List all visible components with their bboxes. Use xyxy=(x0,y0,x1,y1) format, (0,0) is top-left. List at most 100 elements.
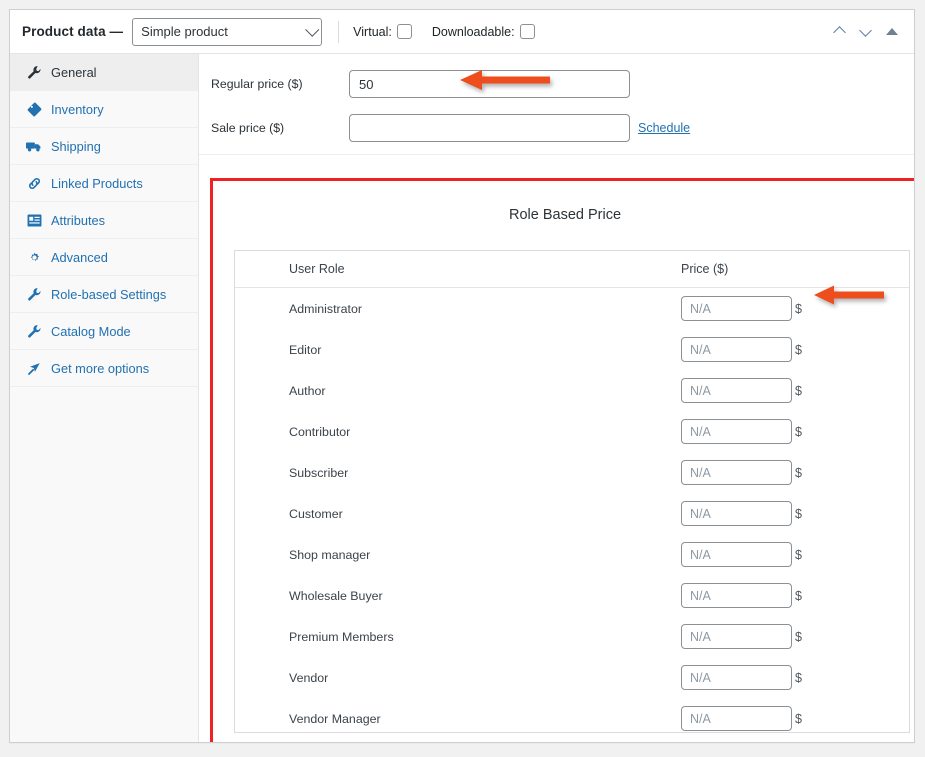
currency-symbol: $ xyxy=(795,465,802,480)
sidebar-item-label: Role-based Settings xyxy=(51,286,167,302)
table-row: Customer $ xyxy=(235,493,909,534)
price-input-subscriber[interactable] xyxy=(681,460,792,485)
table-row: Author $ xyxy=(235,370,909,411)
sidebar-item-label: Shipping xyxy=(51,138,101,154)
currency-symbol: $ xyxy=(795,383,802,398)
currency-symbol: $ xyxy=(795,424,802,439)
table-row: Wholesale Buyer $ xyxy=(235,575,909,616)
triangle-toggle-icon[interactable] xyxy=(886,28,898,35)
sidebar-item-catalog-mode[interactable]: Catalog Mode xyxy=(10,313,198,350)
sidebar-item-role-based-settings[interactable]: Role-based Settings xyxy=(10,276,198,313)
price-input-vendor-manager[interactable] xyxy=(681,706,792,731)
currency-symbol: $ xyxy=(795,588,802,603)
role-price-cell: $ xyxy=(681,665,802,690)
product-data-metabox: Product data — Simple product Virtual: D… xyxy=(9,9,915,743)
currency-symbol: $ xyxy=(795,342,802,357)
table-row: Vendor Manager $ xyxy=(235,698,909,739)
link-icon xyxy=(26,175,42,191)
sidebar-item-label: General xyxy=(51,64,97,80)
sale-price-input[interactable] xyxy=(349,114,630,142)
table-row: Shop manager $ xyxy=(235,534,909,575)
table-row: Premium Members $ xyxy=(235,616,909,657)
role-name: Customer xyxy=(289,506,343,521)
currency-symbol: $ xyxy=(795,711,802,726)
truck-icon xyxy=(26,138,42,154)
role-name: Vendor xyxy=(289,670,329,685)
virtual-label: Virtual: xyxy=(353,24,392,39)
role-name: Contributor xyxy=(289,424,351,439)
role-name: Premium Members xyxy=(289,629,394,644)
schedule-link[interactable]: Schedule xyxy=(638,121,690,135)
price-input-author[interactable] xyxy=(681,378,792,403)
table-row: Editor $ xyxy=(235,329,909,370)
product-type-select[interactable]: Simple product xyxy=(132,17,323,46)
role-name: Editor xyxy=(289,342,322,357)
sidebar-item-advanced[interactable]: Advanced xyxy=(10,239,198,276)
role-price-cell: $ xyxy=(681,337,802,362)
regular-price-label: Regular price ($) xyxy=(211,77,303,91)
sidebar-item-attributes[interactable]: Attributes xyxy=(10,202,198,239)
wrench-icon xyxy=(26,286,42,302)
screenshot-root: Product data — Simple product Virtual: D… xyxy=(0,0,925,757)
sidebar-item-get-more-options[interactable]: Get more options xyxy=(10,350,198,387)
sale-price-row: Sale price ($) Schedule xyxy=(199,108,914,148)
currency-symbol: $ xyxy=(795,547,802,562)
sidebar-item-label: Get more options xyxy=(51,360,150,376)
sidebar-item-label: Inventory xyxy=(51,101,104,117)
table-row: Subscriber $ xyxy=(235,452,909,493)
price-input-administrator[interactable] xyxy=(681,296,792,321)
regular-price-input[interactable] xyxy=(349,70,630,98)
chevron-down-icon xyxy=(305,22,320,37)
role-price-cell: $ xyxy=(681,583,802,608)
sidebar-item-linked-products[interactable]: Linked Products xyxy=(10,165,198,202)
cursor-icon xyxy=(26,360,42,376)
price-input-contributor[interactable] xyxy=(681,419,792,444)
role-name: Vendor Manager xyxy=(289,711,381,726)
page-title: Product data — xyxy=(22,24,124,39)
panel-order-controls xyxy=(834,25,902,38)
downloadable-label: Downloadable: xyxy=(431,24,515,39)
price-input-shop-manager[interactable] xyxy=(681,542,792,567)
role-based-price-table: User Role Price ($) Administrator $ Edit… xyxy=(234,250,910,733)
attributes-icon xyxy=(26,212,42,228)
sidebar-item-shipping[interactable]: Shipping xyxy=(10,128,198,165)
role-name: Author xyxy=(289,383,326,398)
role-price-cell: $ xyxy=(681,419,802,444)
virtual-checkbox-group[interactable]: Virtual: xyxy=(353,24,412,39)
header-divider xyxy=(338,20,340,43)
product-type-value: Simple product xyxy=(141,24,228,39)
virtual-checkbox[interactable] xyxy=(396,24,412,39)
section-divider xyxy=(199,154,914,155)
table-header-row: User Role Price ($) xyxy=(235,251,909,288)
chevron-down-icon[interactable] xyxy=(860,25,873,38)
downloadable-checkbox[interactable] xyxy=(519,24,535,39)
table-row: Contributor $ xyxy=(235,411,909,452)
product-data-header: Product data — Simple product Virtual: D… xyxy=(10,10,914,54)
sidebar-item-inventory[interactable]: Inventory xyxy=(10,91,198,128)
role-name: Wholesale Buyer xyxy=(289,588,383,603)
role-price-cell: $ xyxy=(681,460,802,485)
sidebar-item-label: Linked Products xyxy=(51,175,143,191)
price-input-vendor[interactable] xyxy=(681,665,792,690)
table-row: Vendor $ xyxy=(235,657,909,698)
sidebar-item-label: Catalog Mode xyxy=(51,323,131,339)
tag-icon xyxy=(26,101,42,117)
currency-symbol: $ xyxy=(795,301,802,316)
wrench-icon xyxy=(26,323,42,339)
role-based-price-title: Role Based Price xyxy=(508,207,622,223)
chevron-up-icon[interactable] xyxy=(834,25,847,38)
role-price-cell: $ xyxy=(681,706,802,731)
role-price-cell: $ xyxy=(681,296,802,321)
price-input-editor[interactable] xyxy=(681,337,792,362)
role-name: Administrator xyxy=(289,301,362,316)
currency-symbol: $ xyxy=(795,629,802,644)
price-input-customer[interactable] xyxy=(681,501,792,526)
price-input-premium-members[interactable] xyxy=(681,624,792,649)
price-input-wholesale-buyer[interactable] xyxy=(681,583,792,608)
currency-symbol: $ xyxy=(795,506,802,521)
sidebar-item-label: Attributes xyxy=(51,212,106,228)
regular-price-row: Regular price ($) xyxy=(199,64,914,104)
sidebar-item-general[interactable]: General xyxy=(10,54,198,91)
downloadable-checkbox-group[interactable]: Downloadable: xyxy=(432,24,535,39)
table-row: Administrator $ xyxy=(235,288,909,329)
